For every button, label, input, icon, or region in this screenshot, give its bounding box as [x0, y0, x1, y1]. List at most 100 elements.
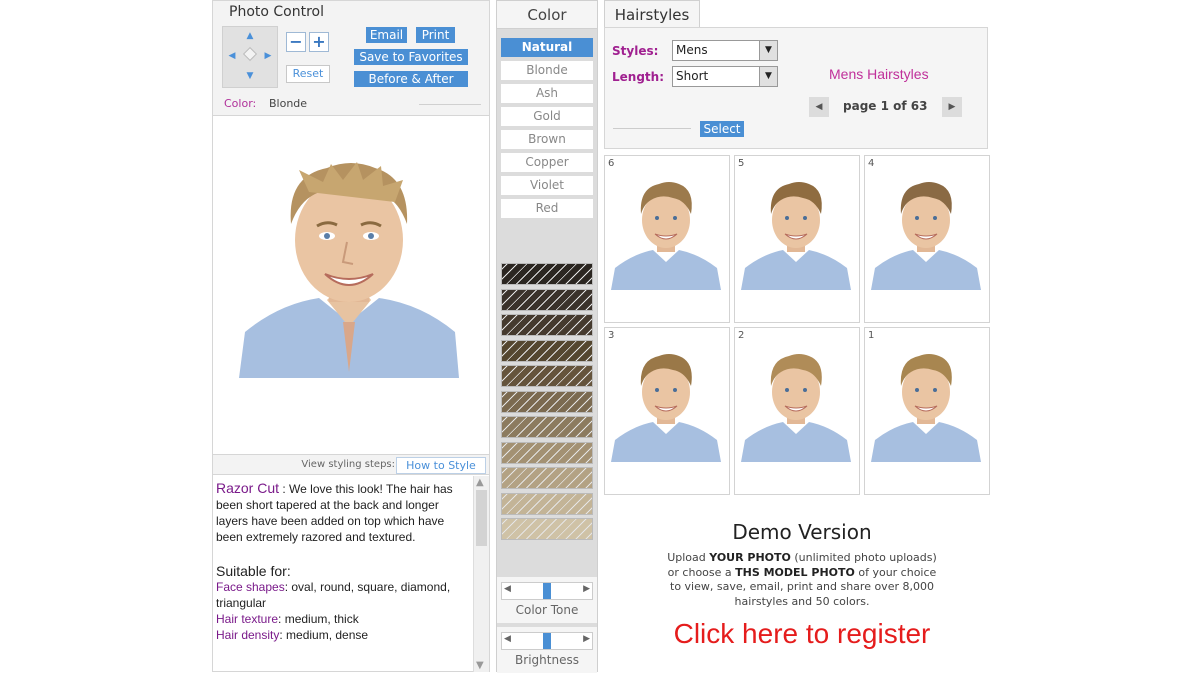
length-select[interactable]: Short ▼ — [672, 66, 778, 87]
scroll-up-icon[interactable]: ▲ — [476, 477, 484, 488]
suitable-for-heading: Suitable for: — [216, 563, 291, 579]
hair-swatch[interactable] — [501, 416, 593, 438]
save-to-favorites-button[interactable]: Save to Favorites — [354, 49, 468, 65]
hairstyle-thumbnail[interactable]: 4 — [864, 155, 990, 323]
model-photo — [239, 162, 459, 378]
hairstyle-thumbnail[interactable]: 2 — [734, 327, 860, 495]
color-option-copper[interactable]: Copper — [501, 153, 593, 172]
hair-swatch[interactable] — [501, 314, 593, 336]
color-panel: Color Natural Blonde Ash Gold Brown Copp… — [496, 0, 598, 673]
arrow-right-icon[interactable]: ▶ — [262, 51, 274, 61]
photo-control-panel: Photo Control ▲ ▼ ◀ ▶ − + Reset Email Pr… — [212, 0, 490, 672]
color-option-brown[interactable]: Brown — [501, 130, 593, 149]
select-button[interactable]: Select — [700, 121, 744, 137]
color-option-natural[interactable]: Natural — [501, 38, 593, 57]
main-photo-area — [213, 117, 489, 454]
thumbnail-number: 2 — [738, 330, 745, 341]
hairstyle-thumbnail[interactable]: 1 — [864, 327, 990, 495]
hair-swatch[interactable] — [501, 492, 593, 515]
demo-line-3: to view, save, email, print and share ov… — [670, 580, 934, 593]
color-option-red[interactable]: Red — [501, 199, 593, 218]
brightness-track[interactable]: ◀ ▶ — [501, 632, 593, 650]
thumbnail-number: 1 — [868, 330, 875, 341]
color-value: Blonde — [269, 97, 308, 110]
hair-swatch[interactable] — [501, 390, 593, 413]
face-shapes-row: Face shapes: oval, round, square, diamon… — [216, 579, 470, 611]
hair-swatch[interactable] — [501, 518, 593, 540]
color-tone-thumb[interactable] — [543, 583, 551, 599]
color-option-ash[interactable]: Ash — [501, 84, 593, 103]
chevron-down-icon[interactable]: ▼ — [759, 41, 777, 60]
hair-texture-row: Hair texture: medium, thick — [216, 611, 470, 627]
demo-line-2: or choose a THS MODEL PHOTO of your choi… — [667, 565, 937, 579]
model-thumbnail-photo — [871, 354, 981, 462]
color-option-blonde[interactable]: Blonde — [501, 61, 593, 80]
length-select-value: Short — [676, 69, 709, 83]
hair-texture-value: : medium, thick — [278, 612, 359, 626]
model-thumbnail-photo — [611, 354, 721, 462]
email-button[interactable]: Email — [366, 27, 407, 43]
hairstyle-thumbnail[interactable]: 5 — [734, 155, 860, 323]
hair-swatch[interactable] — [501, 339, 593, 362]
thumbnail-number: 5 — [738, 158, 745, 169]
hair-swatch[interactable] — [501, 365, 593, 387]
scroll-down-icon[interactable]: ▼ — [476, 660, 484, 671]
slider-right-icon[interactable]: ▶ — [583, 634, 590, 644]
hairstyle-thumbnail[interactable]: 6 — [604, 155, 730, 323]
hair-swatch[interactable] — [501, 263, 593, 285]
model-thumbnail-photo — [611, 182, 721, 290]
slider-left-icon[interactable]: ◀ — [504, 584, 511, 594]
hair-density-value: : medium, dense — [279, 628, 369, 642]
chevron-down-icon[interactable]: ▼ — [759, 67, 777, 86]
color-tone-label: Color Tone — [515, 603, 579, 617]
hair-texture-label: Hair texture — [216, 612, 279, 626]
model-thumbnail-photo — [741, 354, 851, 462]
thumbnail-number: 4 — [868, 158, 875, 169]
model-thumbnail-photo — [871, 182, 981, 290]
styles-select[interactable]: Mens ▼ — [672, 40, 778, 61]
hairstyle-thumbnail[interactable]: 3 — [604, 327, 730, 495]
zoom-out-button[interactable]: − — [286, 32, 306, 52]
style-description: Razor Cut : We love this look! The hair … — [213, 476, 473, 672]
photo-control-header: Photo Control ▲ ▼ ◀ ▶ − + Reset Email Pr… — [213, 1, 489, 116]
hair-density-row: Hair density: medium, dense — [216, 627, 470, 643]
before-after-button[interactable]: Before & After — [354, 71, 468, 87]
next-page-icon[interactable]: ▶ — [942, 97, 962, 117]
center-diamond-icon — [242, 46, 258, 62]
demo-description: Upload YOUR PHOTO (unlimited photo uploa… — [620, 551, 984, 609]
slider-left-icon[interactable]: ◀ — [504, 634, 511, 644]
thumbnail-number: 6 — [608, 158, 615, 169]
slider-right-icon[interactable]: ▶ — [583, 584, 590, 594]
reset-button[interactable]: Reset — [286, 65, 330, 83]
color-option-violet[interactable]: Violet — [501, 176, 593, 195]
color-tone-slider[interactable]: ◀ ▶ Color Tone — [497, 577, 597, 623]
zoom-in-button[interactable]: + — [309, 32, 329, 52]
arrow-left-icon[interactable]: ◀ — [226, 51, 238, 61]
hairstyle-filters: Styles: Mens ▼ Length: Short ▼ Mens Hair… — [604, 27, 988, 149]
color-option-gold[interactable]: Gold — [501, 107, 593, 126]
print-button[interactable]: Print — [416, 27, 455, 43]
section-title: Mens Hairstyles — [829, 66, 929, 82]
color-tone-track[interactable]: ◀ ▶ — [501, 582, 593, 600]
hair-swatch[interactable] — [501, 467, 593, 489]
color-panel-title: Color — [497, 1, 597, 29]
length-label: Length: — [612, 70, 664, 84]
page-info: page 1 of 63 — [843, 99, 928, 113]
model-thumbnail-photo — [741, 182, 851, 290]
demo-line-4: hairstyles and 50 colors. — [734, 594, 870, 608]
brightness-slider[interactable]: ◀ ▶ Brightness — [497, 627, 597, 673]
arrow-down-icon[interactable]: ▼ — [244, 71, 256, 81]
brightness-label: Brightness — [515, 653, 579, 667]
hair-swatch[interactable] — [501, 288, 593, 311]
brightness-thumb[interactable] — [543, 633, 551, 649]
description-scrollbar[interactable]: ▲ ▼ — [473, 476, 489, 672]
register-link[interactable]: Click here to register — [604, 618, 1000, 650]
scroll-thumb[interactable] — [476, 490, 487, 546]
how-to-style-button[interactable]: How to Style — [396, 457, 486, 474]
photo-control-title: Photo Control — [229, 4, 324, 20]
tab-hairstyles[interactable]: Hairstyles — [604, 0, 700, 28]
hair-swatch[interactable] — [501, 441, 593, 464]
prev-page-icon[interactable]: ◀ — [809, 97, 829, 117]
arrow-up-icon[interactable]: ▲ — [244, 31, 256, 41]
style-name: Razor Cut — [216, 480, 280, 496]
